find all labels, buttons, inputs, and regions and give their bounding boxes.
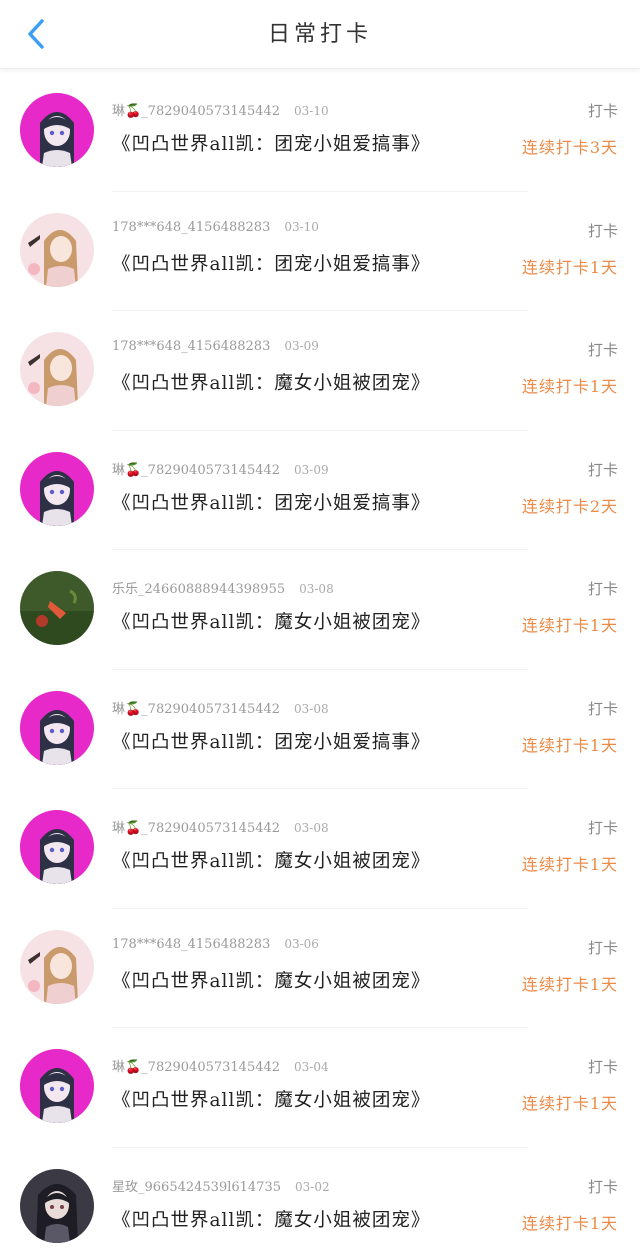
checkin-tag: 打卡	[587, 699, 618, 718]
streak-text: 连续打卡1天	[521, 855, 618, 874]
user-meta: 乐乐_24660888944398955 03-08	[112, 578, 334, 597]
app-root: 日常打卡 琳🍒_7829040573145442 03-10 《凹凸世界all凯：…	[0, 0, 640, 1256]
user-meta: 琳🍒_7829040573145442 03-10	[112, 100, 329, 119]
streak-text: 连续打卡1天	[521, 974, 618, 994]
username: 琳🍒_7829040573145442	[112, 701, 281, 717]
book-title[interactable]: 《凹凸世界all凯：团宠小姐爱搞事》	[112, 130, 430, 156]
user-meta: 178***648_4156488283 03-09	[112, 339, 319, 354]
username: 星玫_9665424539l614735	[112, 1179, 281, 1195]
checkin-tag: 打卡	[587, 221, 618, 240]
book-title[interactable]: 《凹凸世界all凯：魔女小姐被团宠》	[112, 1086, 430, 1112]
username: 琳🍒_7829040573145442	[112, 1060, 281, 1075]
checkin-row[interactable]: 乐乐_24660888944398955 03-08 《凹凸世界all凯：魔女小姐…	[0, 550, 640, 670]
avatar[interactable]	[20, 929, 94, 1004]
checkin-row[interactable]: 琳🍒_7829040573145442 03-04 《凹凸世界all凯：魔女小姐被…	[0, 1028, 640, 1148]
checkin-date: 03-10	[284, 219, 319, 234]
avatar[interactable]	[20, 212, 94, 287]
username: 琳🍒_7829040573145442	[112, 821, 281, 836]
username: 乐乐_24660888944398955	[112, 582, 286, 597]
checkin-row[interactable]: 星玫_9665424539l614735 03-02 《凹凸世界all凯：魔女小姐…	[0, 1148, 640, 1256]
book-title[interactable]: 《凹凸世界all凯：团宠小姐爱搞事》	[112, 250, 430, 276]
avatar[interactable]	[20, 332, 94, 406]
avatar[interactable]	[20, 93, 94, 167]
streak-text: 连续打卡1天	[521, 1094, 618, 1113]
streak-text: 连续打卡1天	[521, 1213, 618, 1233]
user-meta: 178***648_4156488283 03-10	[112, 220, 319, 235]
checkin-row[interactable]: 琳🍒_7829040573145442 03-10 《凹凸世界all凯：团宠小姐爱…	[0, 72, 640, 192]
user-meta: 琳🍒_7829040573145442 03-08	[112, 698, 329, 717]
checkin-tag: 打卡	[587, 460, 618, 479]
book-title[interactable]: 《凹凸世界all凯：魔女小姐被团宠》	[112, 1206, 430, 1232]
book-title[interactable]: 《凹凸世界all凯：魔女小姐被团宠》	[112, 847, 430, 873]
user-meta: 琳🍒_7829040573145442 03-04	[112, 1056, 329, 1075]
checkin-tag: 打卡	[587, 1058, 618, 1076]
checkin-date: 03-09	[284, 339, 319, 353]
checkin-list: 琳🍒_7829040573145442 03-10 《凹凸世界all凯：团宠小姐爱…	[0, 72, 640, 1256]
checkin-row[interactable]: 琳🍒_7829040573145442 03-08 《凹凸世界all凯：团宠小姐爱…	[0, 670, 640, 789]
checkin-row[interactable]: 琳🍒_7829040573145442 03-08 《凹凸世界all凯：魔女小姐被…	[0, 789, 640, 909]
checkin-date: 03-02	[295, 1179, 330, 1194]
checkin-date: 03-09	[294, 462, 329, 477]
username: 178***648_4156488283	[112, 219, 271, 235]
book-title[interactable]: 《凹凸世界all凯：魔女小姐被团宠》	[112, 608, 430, 634]
checkin-date: 03-08	[299, 582, 334, 596]
username: 琳🍒_7829040573145442	[112, 104, 281, 119]
user-meta: 琳🍒_7829040573145442 03-08	[112, 817, 329, 836]
streak-text: 连续打卡2天	[521, 496, 618, 516]
avatar[interactable]	[20, 451, 94, 526]
streak-text: 连续打卡1天	[521, 377, 618, 396]
checkin-date: 03-08	[294, 821, 329, 835]
checkin-tag: 打卡	[587, 1177, 618, 1196]
checkin-row[interactable]: 178***648_4156488283 03-10 《凹凸世界all凯：团宠小姐…	[0, 192, 640, 311]
book-title[interactable]: 《凹凸世界all凯：魔女小姐被团宠》	[112, 967, 430, 993]
avatar[interactable]	[20, 1168, 94, 1243]
checkin-tag: 打卡	[587, 938, 618, 957]
checkin-row[interactable]: 178***648_4156488283 03-09 《凹凸世界all凯：魔女小姐…	[0, 311, 640, 431]
streak-text: 连续打卡3天	[521, 138, 618, 157]
checkin-tag: 打卡	[587, 341, 618, 359]
checkin-tag: 打卡	[587, 819, 618, 837]
username: 178***648_4156488283	[112, 339, 271, 354]
avatar[interactable]	[20, 1049, 94, 1123]
user-meta: 星玫_9665424539l614735 03-02	[112, 1176, 330, 1195]
checkin-date: 03-06	[284, 936, 319, 951]
avatar[interactable]	[20, 810, 94, 884]
streak-text: 连续打卡1天	[521, 735, 618, 755]
checkin-date: 03-10	[294, 104, 329, 118]
avatar[interactable]	[20, 690, 94, 765]
checkin-date: 03-08	[294, 701, 329, 716]
checkin-row[interactable]: 琳🍒_7829040573145442 03-09 《凹凸世界all凯：团宠小姐爱…	[0, 431, 640, 550]
checkin-tag: 打卡	[587, 580, 618, 598]
username: 琳🍒_7829040573145442	[112, 462, 281, 478]
streak-text: 连续打卡1天	[521, 257, 618, 277]
top-bar: 日常打卡	[0, 0, 640, 69]
streak-text: 连续打卡1天	[521, 616, 618, 635]
username: 178***648_4156488283	[112, 936, 271, 952]
checkin-tag: 打卡	[587, 102, 618, 120]
book-title[interactable]: 《凹凸世界all凯：团宠小姐爱搞事》	[112, 489, 430, 515]
user-meta: 琳🍒_7829040573145442 03-09	[112, 459, 329, 478]
book-title[interactable]: 《凹凸世界all凯：魔女小姐被团宠》	[112, 369, 430, 395]
checkin-date: 03-04	[294, 1060, 329, 1074]
checkin-row[interactable]: 178***648_4156488283 03-06 《凹凸世界all凯：魔女小姐…	[0, 909, 640, 1028]
page-title: 日常打卡	[267, 22, 372, 47]
user-meta: 178***648_4156488283 03-06	[112, 937, 319, 952]
avatar[interactable]	[20, 571, 94, 645]
book-title[interactable]: 《凹凸世界all凯：团宠小姐爱搞事》	[112, 728, 430, 754]
